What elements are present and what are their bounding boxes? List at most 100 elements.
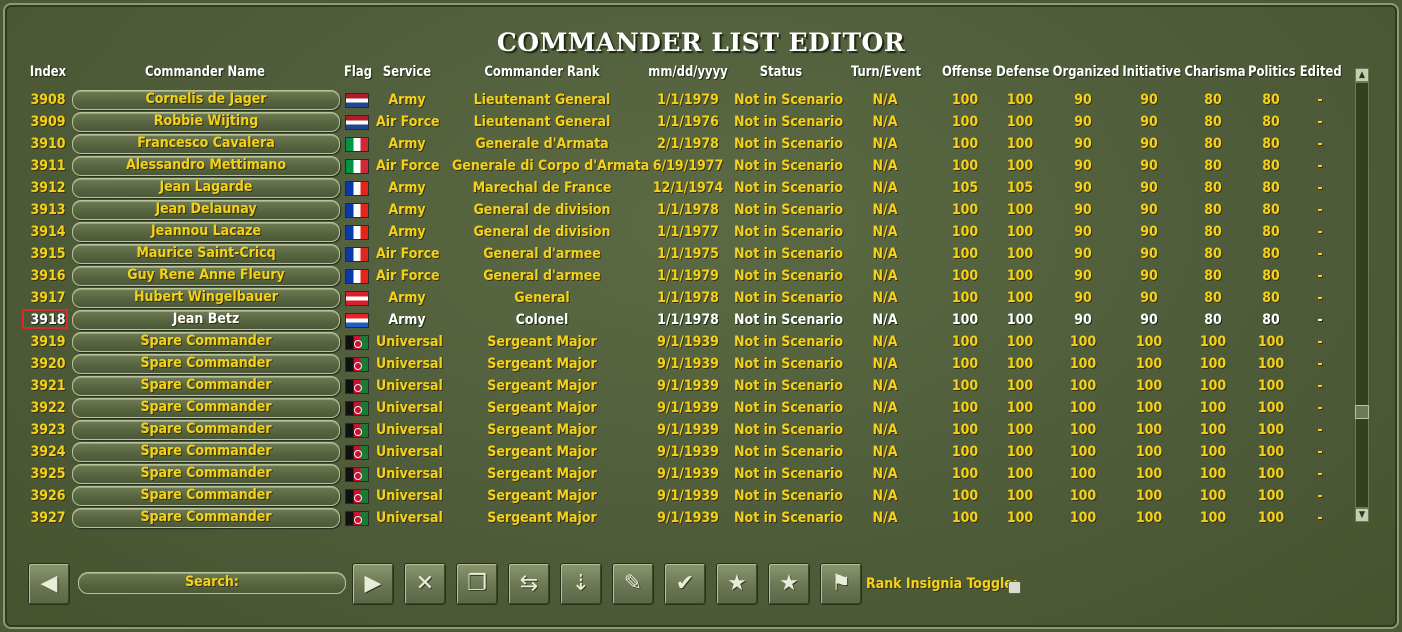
cell-organized: 100 [1069, 378, 1097, 394]
prev-button[interactable]: ◀ [28, 563, 70, 605]
table-row[interactable]: 3924 Spare Commander Universal Sergeant Maj… [0, 441, 1402, 463]
afghanistan-flag-icon [345, 401, 369, 416]
cell-turn: N/A [872, 488, 898, 504]
table-row[interactable]: 3926 Spare Commander Universal Sergeant Maj… [0, 485, 1402, 507]
commander-name-button[interactable]: Jean Delaunay [72, 200, 340, 220]
column-header-politics[interactable]: Politics [1248, 64, 1296, 84]
table-row[interactable]: 3915 Maurice Saint-Cricq Air Force General … [0, 243, 1402, 265]
column-header-service[interactable]: Service [378, 64, 435, 84]
cell-turn: N/A [872, 158, 898, 174]
commander-name-button[interactable]: Spare Commander [72, 442, 340, 462]
cell-organized: 100 [1069, 356, 1097, 372]
commander-name-button[interactable]: Jeannou Lacaze [72, 222, 340, 242]
france-flag-icon [345, 225, 369, 240]
commander-name-button[interactable]: Jean Betz [72, 310, 340, 330]
afghanistan-flag-icon [345, 511, 369, 526]
commander-name-button[interactable]: Spare Commander [72, 376, 340, 396]
next-button[interactable]: ▶ [352, 563, 394, 605]
table-row[interactable]: 3909 Robbie Wijting Air Force Lieutenant Ge… [0, 111, 1402, 133]
table-row-selected[interactable]: 3918 Jean Betz Army Colonel 1/1/1978 Not in S… [0, 309, 1402, 331]
france-flag-icon [345, 181, 369, 196]
table-row[interactable]: 3914 Jeannou Lacaze Army General de divisio… [0, 221, 1402, 243]
column-header-name[interactable]: Commander Name [83, 64, 328, 84]
cell-defense: 100 [1006, 136, 1034, 152]
table-row[interactable]: 3921 Spare Commander Universal Sergeant Maj… [0, 375, 1402, 397]
cell-edited: - [1317, 290, 1323, 306]
table-row[interactable]: 3927 Spare Commander Universal Sergeant Maj… [0, 507, 1402, 529]
scroll-down-icon[interactable]: ▼ [1355, 508, 1369, 522]
cell-date: 1/1/1978 [657, 290, 719, 306]
column-header-offense[interactable]: Offense [942, 64, 992, 84]
table-row[interactable]: 3910 Francesco Cavalera Army Generale d'Arm… [0, 133, 1402, 155]
cell-index: 3923 [30, 422, 66, 438]
commander-name-button[interactable]: Spare Commander [72, 332, 340, 352]
commander-name-button[interactable]: Spare Commander [72, 420, 340, 440]
cell-edited: - [1317, 422, 1323, 438]
arrow-left-icon: ◀ [40, 571, 58, 596]
table-row[interactable]: 3916 Guy Rene Anne Fleury Air Force General… [0, 265, 1402, 287]
cell-date: 2/1/1978 [657, 136, 719, 152]
edit-button[interactable]: ✎ [612, 563, 654, 605]
cell-edited: - [1317, 356, 1323, 372]
cell-date: 1/1/1978 [657, 202, 719, 218]
commander-name-button[interactable]: Spare Commander [72, 486, 340, 506]
commander-name-button[interactable]: Robbie Wijting [72, 112, 340, 132]
copy-button[interactable]: ❐ [456, 563, 498, 605]
commander-name-button[interactable]: Jean Lagarde [72, 178, 340, 198]
cell-service: Universal [376, 488, 443, 504]
column-header-turn[interactable]: Turn/Event [851, 64, 921, 84]
commander-name-button[interactable]: Guy Rene Anne Fleury [72, 266, 340, 286]
table-row[interactable]: 3919 Spare Commander Universal Sergeant Maj… [0, 331, 1402, 353]
afghanistan-flag-icon [345, 379, 369, 394]
column-header-charisma[interactable]: Charisma [1184, 64, 1245, 84]
commander-name-button[interactable]: Maurice Saint-Cricq [72, 244, 340, 264]
cell-rank: Sergeant Major [487, 466, 597, 482]
commander-name-button[interactable]: Cornelis de Jager [72, 90, 340, 110]
sort-button[interactable]: ⇣ [560, 563, 602, 605]
column-header-index[interactable]: Index [30, 64, 67, 84]
promote-button[interactable]: ★ [716, 563, 758, 605]
cell-service: Universal [376, 378, 443, 394]
table-row[interactable]: 3908 Cornelis de Jager Army Lieutenant Gene… [0, 89, 1402, 111]
demote-button[interactable]: ★ [768, 563, 810, 605]
cell-defense: 100 [1006, 224, 1034, 240]
scrollbar-thumb[interactable] [1355, 405, 1369, 419]
commander-name-button[interactable]: Hubert Wingelbauer [72, 288, 340, 308]
table-row[interactable]: 3925 Spare Commander Universal Sergeant Maj… [0, 463, 1402, 485]
commander-name: Robbie Wijting [153, 113, 259, 129]
table-row[interactable]: 3911 Alessandro Mettimano Air Force General… [0, 155, 1402, 177]
commander-name-button[interactable]: Spare Commander [72, 464, 340, 484]
table-row[interactable]: 3922 Spare Commander Universal Sergeant Maj… [0, 397, 1402, 419]
scroll-up-icon[interactable]: ▲ [1355, 68, 1369, 82]
table-row[interactable]: 3912 Jean Lagarde Army Marechal de France 12… [0, 177, 1402, 199]
luxembourg-flag-icon [345, 313, 369, 328]
scrollbar-track[interactable] [1355, 82, 1369, 508]
x-icon: ✕ [415, 571, 435, 596]
cell-service: Universal [376, 356, 443, 372]
rank-insignia-checkbox[interactable] [1008, 581, 1021, 594]
column-header-flag[interactable]: Flag [341, 64, 374, 84]
table-row[interactable]: 3913 Jean Delaunay Army General de division… [0, 199, 1402, 221]
table-row[interactable]: 3917 Hubert Wingelbauer Army General 1/1/197… [0, 287, 1402, 309]
search-field[interactable]: Search: [78, 572, 346, 594]
commander-name-button[interactable]: Spare Commander [72, 508, 340, 528]
column-header-organized[interactable]: Organized [1053, 64, 1120, 84]
delete-button[interactable]: ✕ [404, 563, 446, 605]
cell-initiative: 90 [1140, 290, 1158, 306]
column-header-edited[interactable]: Edited [1300, 64, 1342, 84]
table-row[interactable]: 3920 Spare Commander Universal Sergeant Maj… [0, 353, 1402, 375]
commander-name-button[interactable]: Francesco Cavalera [72, 134, 340, 154]
flag-button[interactable]: ⚑ [820, 563, 862, 605]
commander-name-button[interactable]: Spare Commander [72, 354, 340, 374]
commander-name-button[interactable]: Alessandro Mettimano [72, 156, 340, 176]
swap-button[interactable]: ⇆ [508, 563, 550, 605]
commander-name-button[interactable]: Spare Commander [72, 398, 340, 418]
column-header-initiative[interactable]: Initiative [1122, 64, 1181, 84]
column-header-rank[interactable]: Commander Rank [459, 64, 625, 84]
column-header-defense[interactable]: Defense [996, 64, 1049, 84]
cell-index: 3924 [30, 444, 66, 460]
column-header-status[interactable]: Status [738, 64, 824, 84]
column-header-date[interactable]: mm/dd/yyyy [648, 64, 729, 84]
table-row[interactable]: 3923 Spare Commander Universal Sergeant Maj… [0, 419, 1402, 441]
confirm-button[interactable]: ✔ [664, 563, 706, 605]
